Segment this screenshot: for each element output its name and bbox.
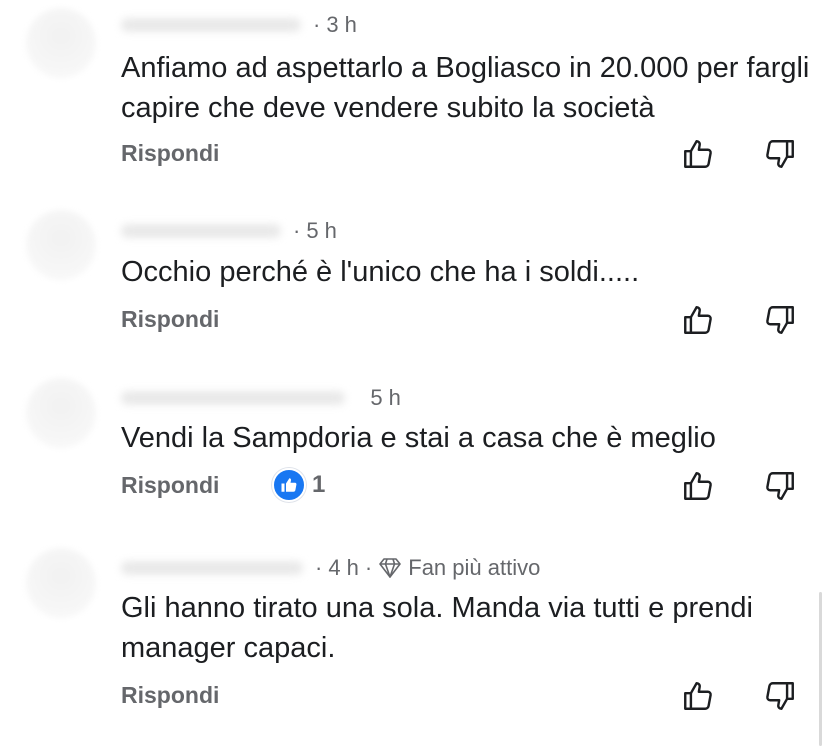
thumbs-down-outline-icon: [766, 472, 794, 500]
like-button[interactable]: [680, 136, 716, 172]
thumbs-down-outline-icon: [766, 306, 794, 334]
thumbs-up-outline-icon: [684, 472, 712, 500]
author-name[interactable]: [121, 561, 303, 575]
comment-time[interactable]: 5 h: [370, 385, 401, 411]
like-reaction-icon: [272, 468, 306, 502]
comment-meta: · 5 h: [121, 218, 337, 244]
comment-text: Vendi la Sampdoria e stai a casa che è m…: [121, 422, 716, 454]
separator: ·: [313, 12, 321, 37]
author-name[interactable]: [121, 224, 281, 238]
comment-text: Gli hanno tirato una sola. Manda via tut…: [121, 592, 762, 664]
comment-time[interactable]: 5 h: [306, 218, 337, 244]
thumbs-up-outline-icon: [684, 140, 712, 168]
badge-label: Fan più attivo: [408, 555, 541, 580]
like-button[interactable]: [680, 678, 716, 714]
thumbs-down-outline-icon: [766, 682, 794, 710]
comment-time[interactable]: 3 h: [326, 12, 357, 38]
separator: ·: [315, 555, 323, 580]
thumbs-up-outline-icon: [684, 682, 712, 710]
top-fan-badge[interactable]: Fan più attivo: [378, 555, 540, 581]
reply-button[interactable]: Rispondi: [121, 306, 219, 333]
thumbs-down-outline-icon: [766, 140, 794, 168]
diamond-icon: [379, 558, 402, 578]
author-name[interactable]: [121, 18, 301, 32]
comment-time[interactable]: 4 h: [328, 555, 359, 581]
avatar[interactable]: [26, 210, 96, 280]
like-button[interactable]: [680, 302, 716, 338]
reply-button[interactable]: Rispondi: [121, 472, 219, 499]
comment-text: Occhio perché è l'unico che ha i soldi..…: [121, 256, 640, 288]
reaction-summary[interactable]: 1: [272, 468, 325, 502]
author-name[interactable]: [121, 391, 345, 405]
separator: ·: [364, 555, 373, 580]
like-button[interactable]: [680, 468, 716, 504]
dislike-button[interactable]: [762, 302, 798, 338]
reply-button[interactable]: Rispondi: [121, 140, 219, 167]
thumbs-up-outline-icon: [684, 306, 712, 334]
comment-meta: · 5 h: [121, 385, 401, 411]
dislike-button[interactable]: [762, 136, 798, 172]
comment-text: Anfiamo ad aspettarlo a Bogliasco in 20.…: [121, 52, 826, 124]
separator: ·: [293, 218, 301, 243]
comment-meta: · 4 h · Fan più attivo: [121, 555, 540, 581]
comment-meta: · 3 h: [121, 12, 357, 38]
scrollbar[interactable]: [819, 592, 822, 746]
avatar[interactable]: [26, 378, 96, 448]
reaction-count: 1: [312, 471, 326, 498]
dislike-button[interactable]: [762, 468, 798, 504]
avatar[interactable]: [26, 8, 96, 78]
dislike-button[interactable]: [762, 678, 798, 714]
avatar[interactable]: [26, 548, 96, 618]
reply-button[interactable]: Rispondi: [121, 682, 219, 709]
